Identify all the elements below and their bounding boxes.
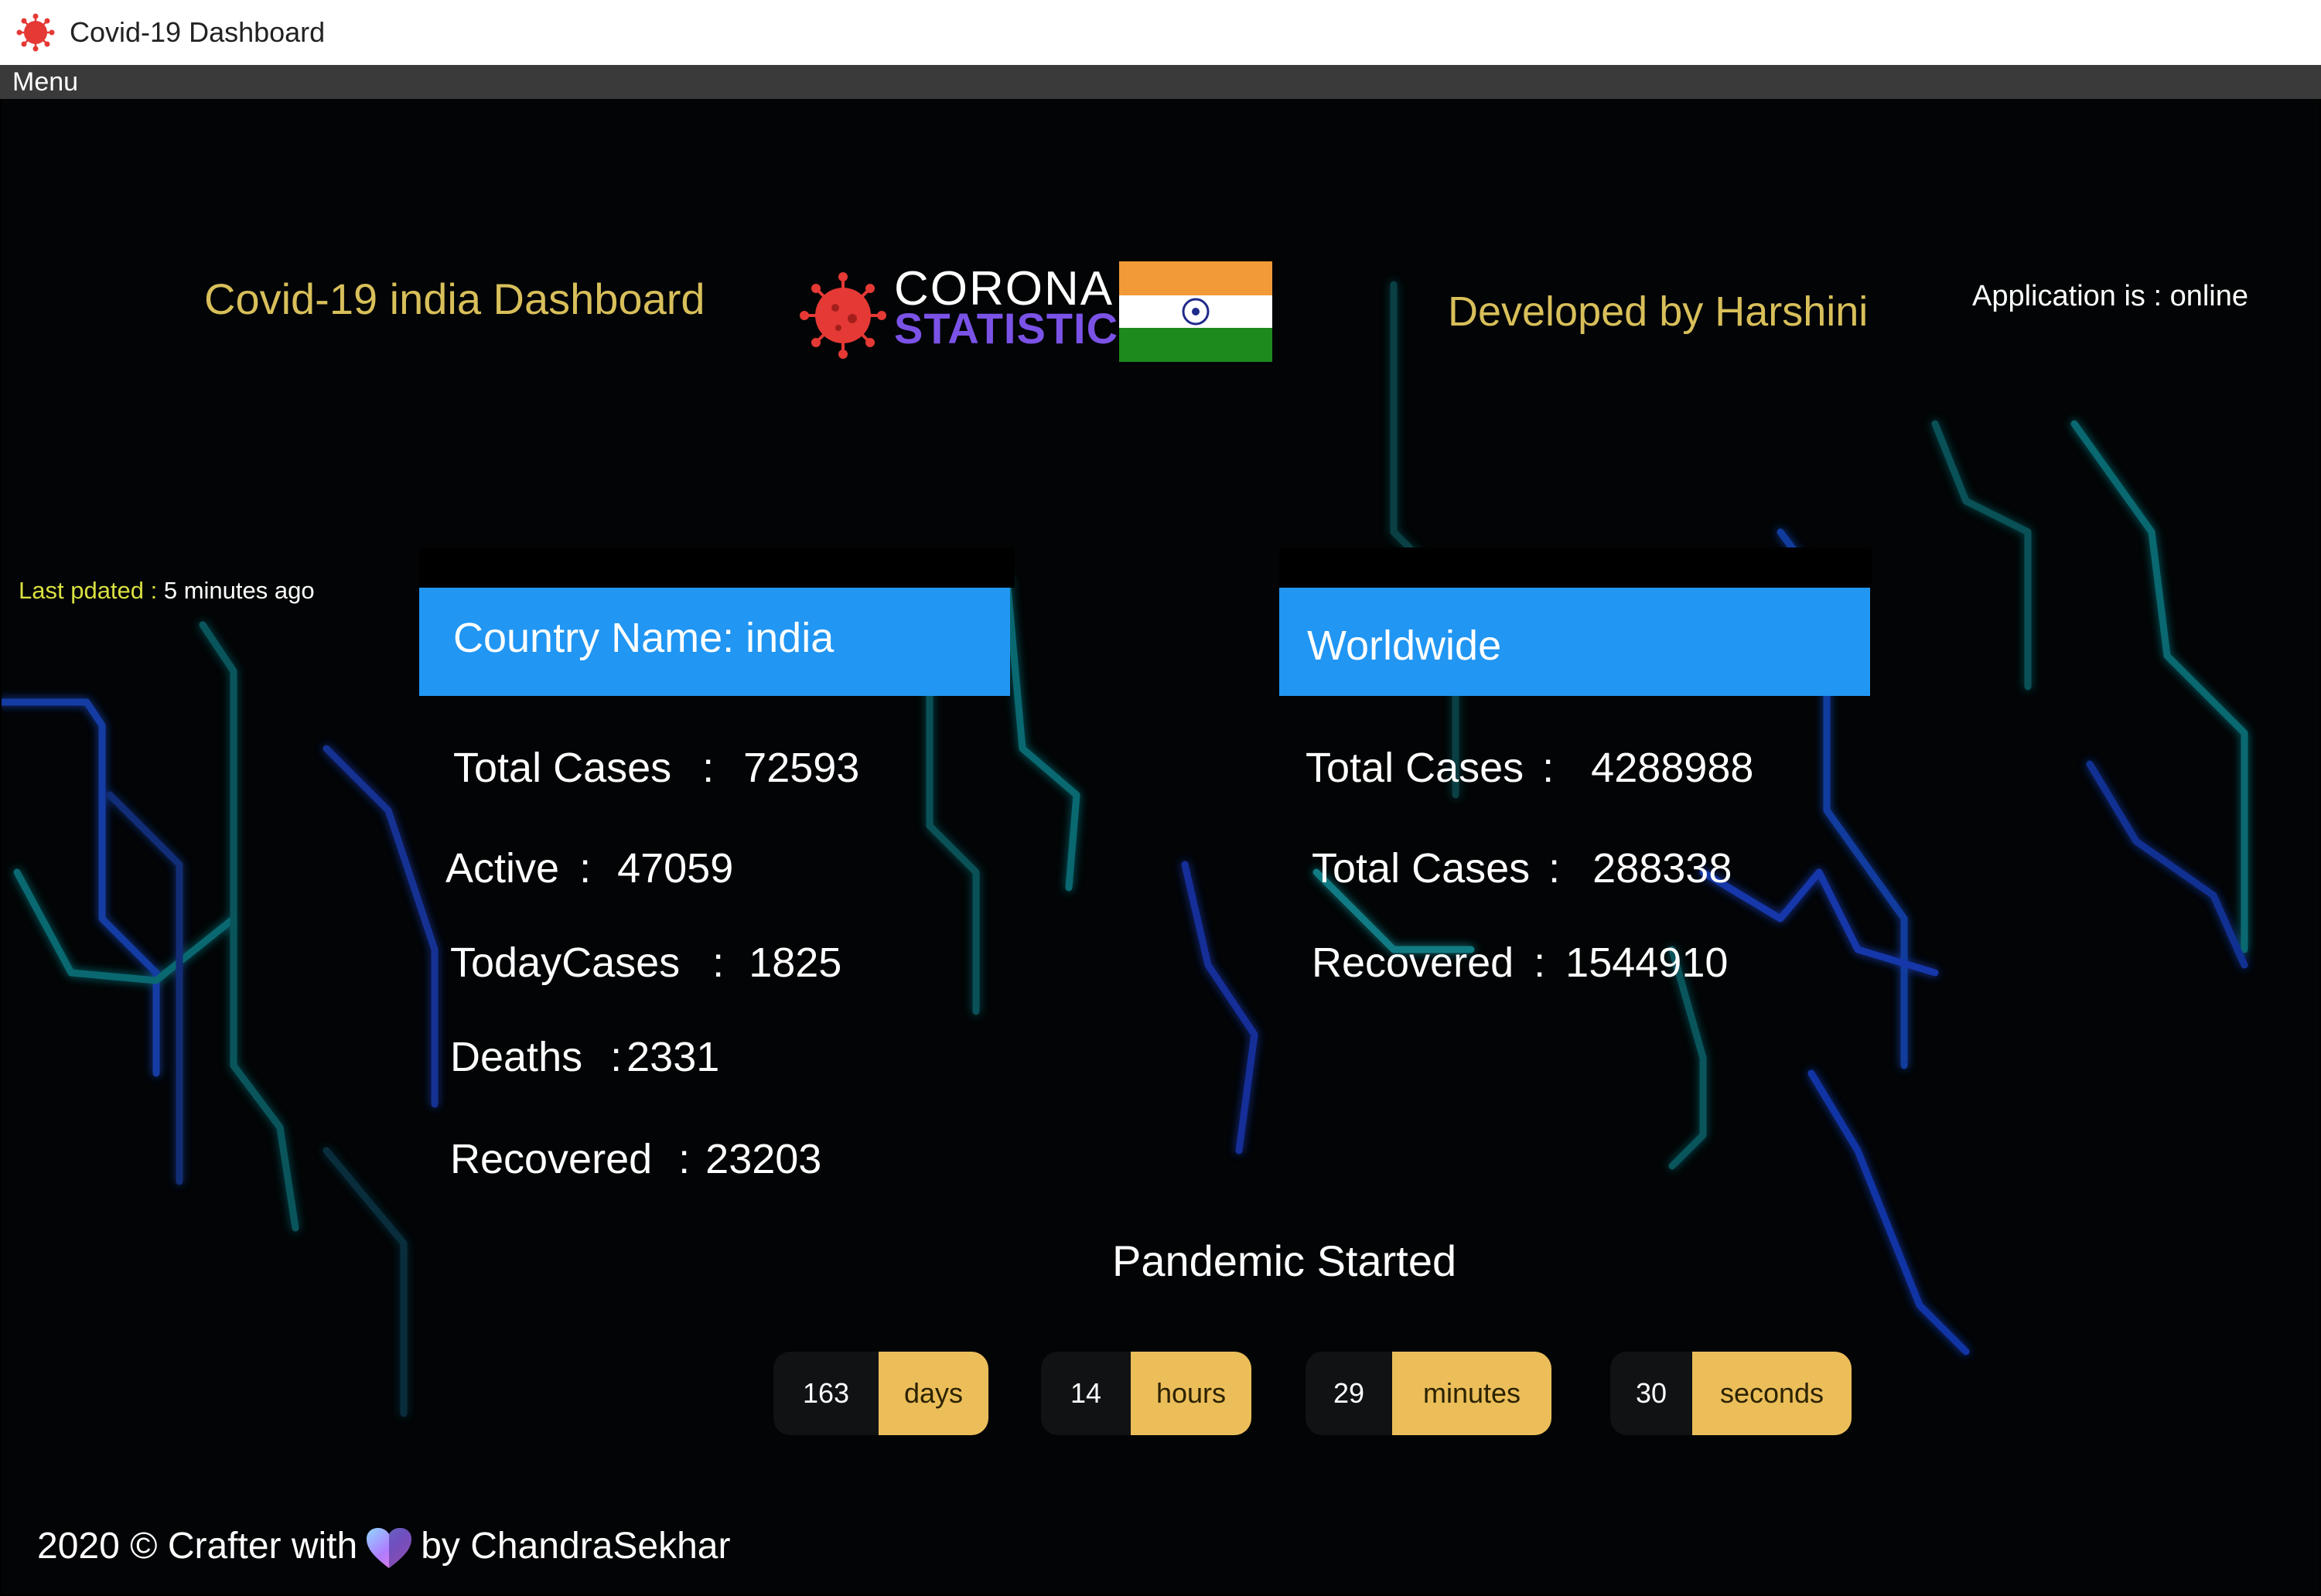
counter-minutes-unit: minutes [1392, 1352, 1551, 1435]
counter-minutes-value: 29 [1333, 1377, 1365, 1409]
country-panel-header: Country Name: india [419, 588, 1010, 696]
developer-credit: Developed by Harshini [1448, 288, 1869, 335]
india-flag-icon [1119, 261, 1272, 362]
counter-seconds-value: 30 [1635, 1377, 1667, 1409]
counter-seconds: 30 seconds [1610, 1352, 1852, 1435]
world-panel-title: Worldwide [1307, 622, 1502, 669]
logo-line2: STATISTICS [894, 304, 1149, 353]
menu-bar: Menu [0, 65, 2321, 99]
dashboard-canvas: Covid-19 india Dashboard CORONA STATISTI… [2, 99, 2319, 1594]
app-status: Application is : online [1972, 280, 2248, 312]
world-panel-header: Worldwide [1279, 588, 1870, 696]
world-stat-total-cases: Total Cases:4288988 [1306, 745, 1754, 791]
country-stat-recovered: Recovered:23203 [450, 1136, 822, 1182]
menu-item-menu[interactable]: Menu [12, 66, 78, 97]
counter-hours: 14 hours [1041, 1352, 1251, 1435]
dashboard-title: Covid-19 india Dashboard [204, 275, 705, 323]
counter-hours-value: 14 [1070, 1377, 1102, 1409]
counter-days-unit: days [879, 1352, 988, 1435]
virus-icon [800, 272, 886, 359]
virus-icon [16, 13, 55, 52]
counter-days: 163 days [773, 1352, 988, 1435]
counter-hours-unit: hours [1131, 1352, 1251, 1435]
country-stat-active: Active:47059 [445, 845, 734, 892]
world-stat-total-cases-2: Total Cases:288338 [1312, 845, 1732, 892]
window-titlebar: Covid-19 Dashboard [0, 0, 2321, 65]
window-title: Covid-19 Dashboard [70, 16, 326, 48]
footer-credit: 2020 © Crafter with by ChandraSekhar [37, 1525, 730, 1570]
counter-seconds-unit: seconds [1692, 1352, 1852, 1435]
footer-right-text: by ChandraSekhar [421, 1526, 731, 1567]
counter-days-value: 163 [802, 1377, 850, 1409]
footer-left-text: 2020 © Crafter with [37, 1526, 358, 1567]
country-panel-topbar [419, 547, 1015, 588]
country-stat-deaths: Deaths:2331 [450, 1034, 720, 1080]
world-panel-topbar [1279, 547, 1872, 588]
world-stat-recovered: Recovered:1544910 [1312, 940, 1729, 986]
corona-statistics-logo: CORONA STATISTICS [798, 261, 1147, 362]
country-panel-title: Country Name: india [453, 615, 835, 661]
country-stat-today-cases: TodayCases:1825 [450, 940, 842, 986]
counter-minutes: 29 minutes [1306, 1352, 1551, 1435]
pandemic-title: Pandemic Started [1112, 1236, 1457, 1285]
last-updated-label: Last pdated : [19, 577, 158, 604]
last-updated: Last pdated : 5 minutes ago [19, 577, 315, 605]
last-updated-value: 5 minutes ago [157, 577, 315, 604]
heart-icon [367, 1528, 412, 1569]
country-stat-total-cases: Total Cases:72593 [453, 745, 860, 791]
